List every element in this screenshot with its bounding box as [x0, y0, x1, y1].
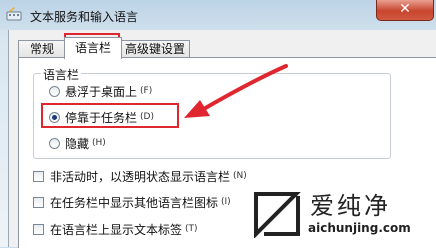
checkbox-transparent-inactive[interactable]: 非活动时，以透明状态显示语言栏 (N): [33, 168, 247, 184]
radio-button[interactable]: [49, 137, 60, 149]
title-bar: 文本服务和输入语言 ✕: [0, 0, 436, 30]
hotkey-label: (F): [140, 86, 153, 96]
checkbox[interactable]: [33, 170, 44, 182]
tab-language-bar-label: 语言栏: [74, 41, 111, 55]
close-icon: ✕: [399, 1, 411, 17]
logo-icon: [254, 192, 301, 238]
hotkey-label: (H): [92, 138, 106, 148]
close-button[interactable]: ✕: [376, 0, 434, 21]
checkbox-label: 非活动时，以透明状态显示语言栏: [50, 169, 231, 184]
checkbox-label: 在任务栏中显示其他语言栏图标: [50, 195, 219, 210]
watermark: 爱纯净 aichunjing.com: [246, 184, 436, 247]
checkbox[interactable]: [33, 196, 44, 208]
checkbox-show-other-icons[interactable]: 在任务栏中显示其他语言栏图标 (I): [33, 194, 231, 210]
radio-label: 隐藏: [65, 136, 90, 151]
arrow-icon: [184, 64, 288, 118]
radio-button[interactable]: [49, 85, 60, 97]
checkbox-label: 在语言栏上显示文本标签: [50, 222, 183, 237]
watermark-text: 爱纯净: [310, 192, 391, 220]
watermark-url: aichunjing.com: [308, 221, 411, 235]
tab-advanced-key-settings[interactable]: 高级键设置: [120, 40, 190, 58]
keyboard-icon: [6, 7, 22, 21]
checkbox-show-text-labels[interactable]: 在语言栏上显示文本标签 (T): [33, 221, 198, 237]
tab-language-bar[interactable]: 语言栏: [64, 37, 122, 59]
tab-general[interactable]: 常规: [18, 40, 66, 58]
radio-hidden[interactable]: 隐藏 (H): [49, 135, 106, 151]
tab-advanced-label: 高级键设置: [124, 42, 185, 56]
checkbox[interactable]: [33, 223, 44, 235]
group-label: 语言栏: [41, 66, 82, 83]
hotkey-label: (T): [185, 224, 198, 234]
tab-general-label: 常规: [29, 42, 54, 56]
window-title: 文本服务和输入语言: [30, 10, 139, 24]
hotkey-label: (N): [233, 171, 247, 181]
radio-float-desktop[interactable]: 悬浮于桌面上 (F): [49, 83, 152, 99]
hotkey-label: (I): [221, 197, 231, 207]
highlight-box-option: [41, 103, 179, 128]
radio-label: 悬浮于桌面上: [65, 84, 138, 99]
